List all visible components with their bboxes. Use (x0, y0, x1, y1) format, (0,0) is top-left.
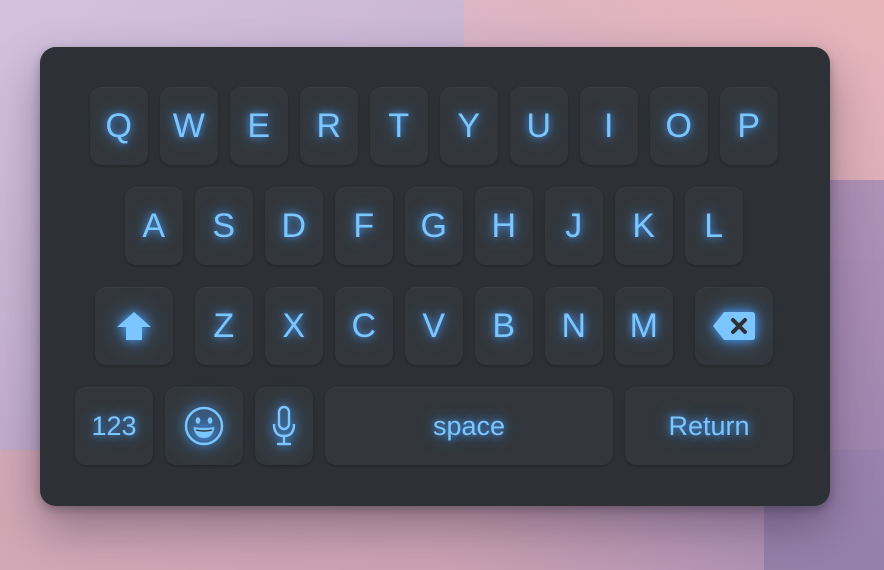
shift-key[interactable] (95, 287, 173, 365)
microphone-key[interactable] (255, 387, 313, 465)
key-k[interactable]: K (615, 187, 673, 265)
key-y[interactable]: Y (440, 87, 498, 165)
key-w[interactable]: W (160, 87, 218, 165)
backspace-icon (711, 310, 757, 342)
key-v[interactable]: V (405, 287, 463, 365)
key-n[interactable]: N (545, 287, 603, 365)
return-key[interactable]: Return (625, 387, 793, 465)
smiley-face-icon (183, 405, 225, 447)
numbers-key[interactable]: 123 (75, 387, 153, 465)
key-s[interactable]: S (195, 187, 253, 265)
key-z[interactable]: Z (195, 287, 253, 365)
key-h[interactable]: H (475, 187, 533, 265)
space-key[interactable]: space (325, 387, 613, 465)
key-e[interactable]: E (230, 87, 288, 165)
emoji-key[interactable] (165, 387, 243, 465)
key-q[interactable]: Q (90, 87, 148, 165)
key-d[interactable]: D (265, 187, 323, 265)
keyboard: Q W E R T Y U I O P A S D F G H J K L Z … (40, 47, 830, 506)
key-u[interactable]: U (510, 87, 568, 165)
key-l[interactable]: L (685, 187, 743, 265)
key-b[interactable]: B (475, 287, 533, 365)
key-f[interactable]: F (335, 187, 393, 265)
key-x[interactable]: X (265, 287, 323, 365)
key-p[interactable]: P (720, 87, 778, 165)
shift-arrow-icon (115, 310, 153, 342)
backspace-key[interactable] (695, 287, 773, 365)
key-j[interactable]: J (545, 187, 603, 265)
key-r[interactable]: R (300, 87, 358, 165)
key-t[interactable]: T (370, 87, 428, 165)
key-o[interactable]: O (650, 87, 708, 165)
microphone-icon (271, 405, 297, 447)
key-g[interactable]: G (405, 187, 463, 265)
key-m[interactable]: M (615, 287, 673, 365)
key-c[interactable]: C (335, 287, 393, 365)
key-a[interactable]: A (125, 187, 183, 265)
key-i[interactable]: I (580, 87, 638, 165)
